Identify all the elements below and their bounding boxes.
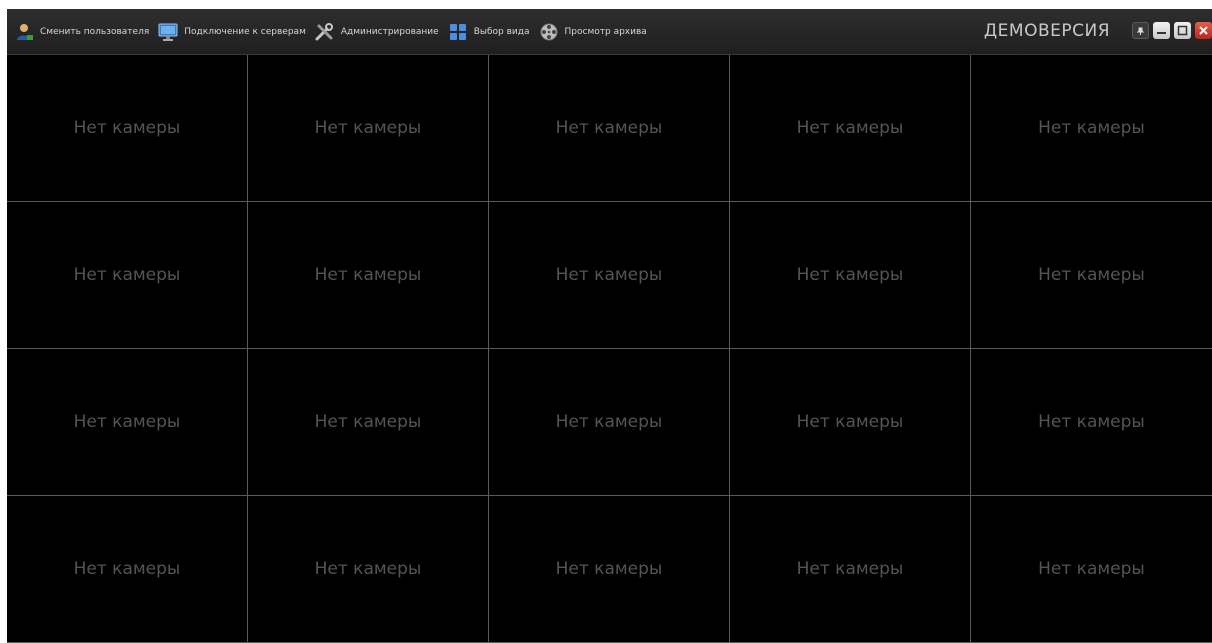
camera-cell[interactable]: Нет камеры (489, 202, 730, 349)
camera-cell[interactable]: Нет камеры (248, 55, 489, 202)
no-camera-label: Нет камеры (73, 412, 181, 432)
no-camera-label: Нет камеры (796, 559, 904, 579)
close-icon (1198, 21, 1209, 40)
no-camera-label: Нет камеры (555, 118, 663, 138)
no-camera-label: Нет камеры (555, 559, 663, 579)
no-camera-label: Нет камеры (1038, 118, 1145, 138)
camera-cell[interactable]: Нет камеры (730, 202, 971, 349)
no-camera-label: Нет камеры (1038, 265, 1145, 285)
maximize-button[interactable] (1174, 22, 1191, 39)
no-camera-label: Нет камеры (1038, 559, 1145, 579)
archive-view-button[interactable]: Просмотр архива (538, 20, 647, 44)
camera-cell[interactable]: Нет камеры (971, 202, 1212, 349)
camera-cell[interactable]: Нет камеры (248, 202, 489, 349)
camera-cell[interactable]: Нет камеры (489, 55, 730, 202)
close-button[interactable] (1195, 22, 1212, 39)
camera-cell[interactable]: Нет камеры (248, 349, 489, 496)
toolbar: Сменить пользователя Подключение к серве… (7, 9, 1212, 55)
no-camera-label: Нет камеры (796, 118, 904, 138)
no-camera-label: Нет камеры (73, 118, 181, 138)
minimize-button[interactable] (1153, 22, 1170, 39)
camera-cell[interactable]: Нет камеры (971, 349, 1212, 496)
camera-cell[interactable]: Нет камеры (7, 349, 248, 496)
user-icon (13, 21, 35, 43)
no-camera-label: Нет камеры (555, 412, 663, 432)
camera-cell[interactable]: Нет камеры (971, 55, 1212, 202)
pin-button[interactable] (1132, 22, 1149, 39)
maximize-icon (1177, 21, 1188, 40)
no-camera-label: Нет камеры (314, 412, 422, 432)
window-controls (1128, 22, 1212, 39)
camera-cell[interactable]: Нет камеры (730, 349, 971, 496)
camera-cell[interactable]: Нет камеры (7, 496, 248, 643)
camera-cell[interactable]: Нет камеры (489, 496, 730, 643)
no-camera-label: Нет камеры (1038, 412, 1145, 432)
no-camera-label: Нет камеры (73, 265, 181, 285)
connect-servers-label: Подключение к серверам (184, 26, 306, 37)
view-select-button[interactable]: Выбор вида (447, 20, 530, 44)
no-camera-label: Нет камеры (555, 265, 663, 285)
camera-cell[interactable]: Нет камеры (730, 55, 971, 202)
no-camera-label: Нет камеры (73, 559, 181, 579)
pin-icon (1136, 21, 1145, 40)
archive-view-label: Просмотр архива (564, 26, 647, 37)
tools-icon (314, 21, 336, 43)
camera-cell[interactable]: Нет камеры (7, 55, 248, 202)
camera-cell[interactable]: Нет камеры (971, 496, 1212, 643)
administration-button[interactable]: Администрирование (314, 20, 439, 44)
monitor-icon (157, 21, 179, 43)
switch-user-button[interactable]: Сменить пользователя (13, 20, 149, 44)
no-camera-label: Нет камеры (314, 118, 422, 138)
view-select-label: Выбор вида (473, 26, 530, 37)
no-camera-label: Нет камеры (796, 265, 904, 285)
administration-label: Администрирование (340, 26, 439, 37)
camera-grid: Нет камеры Нет камеры Нет камеры Нет кам… (7, 55, 1212, 643)
camera-cell[interactable]: Нет камеры (489, 349, 730, 496)
switch-user-label: Сменить пользователя (40, 26, 150, 37)
layout-grid-icon (447, 21, 469, 43)
minimize-icon (1156, 21, 1167, 40)
connect-servers-button[interactable]: Подключение к серверам (157, 20, 306, 44)
camera-cell[interactable]: Нет камеры (7, 202, 248, 349)
no-camera-label: Нет камеры (314, 559, 422, 579)
camera-cell[interactable]: Нет камеры (730, 496, 971, 643)
camera-cell[interactable]: Нет камеры (248, 496, 489, 643)
video-surveillance-window: Сменить пользователя Подключение к серве… (7, 9, 1212, 643)
no-camera-label: Нет камеры (314, 265, 422, 285)
no-camera-label: Нет камеры (796, 412, 904, 432)
film-reel-icon (538, 21, 560, 43)
demo-version-title: ДЕМОВЕРСИЯ (983, 21, 1110, 41)
